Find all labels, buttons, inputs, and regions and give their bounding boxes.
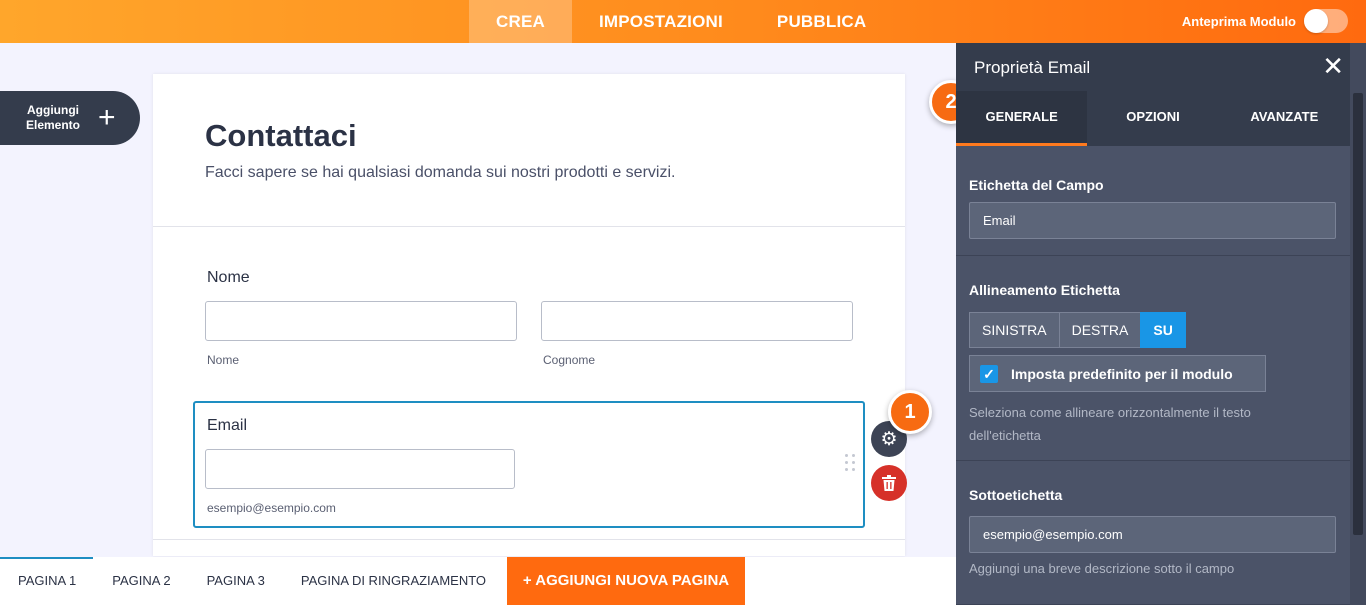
divider — [153, 539, 905, 540]
last-name-sublabel: Cognome — [543, 353, 596, 367]
scrollbar-thumb[interactable] — [1353, 93, 1363, 535]
panel-title: Proprietà Email — [974, 58, 1091, 77]
tab-opzioni[interactable]: OPZIONI — [1087, 91, 1218, 146]
checkbox-checked-icon[interactable]: ✓ — [980, 364, 998, 383]
last-name-input[interactable] — [541, 301, 853, 341]
gear-icon: ⚙ — [880, 428, 898, 450]
close-icon[interactable]: ✕ — [1322, 53, 1344, 79]
add-element-button[interactable]: Aggiungi Elemento + — [0, 91, 140, 145]
page-tab-2[interactable]: PAGINA 2 — [94, 557, 188, 605]
preview-toggle[interactable] — [1304, 9, 1348, 33]
label-alignment-section: Allineamento Etichetta SINISTRA DESTRA S… — [956, 256, 1350, 461]
sublabel-title: Sottoetichetta — [969, 487, 1063, 503]
toggle-knob — [1304, 9, 1328, 33]
sublabel-input[interactable]: esempio@esempio.com — [969, 516, 1336, 553]
page-tab-3[interactable]: PAGINA 3 — [189, 557, 283, 605]
tab-avanzate[interactable]: AVANZATE — [1219, 91, 1350, 146]
tab-crea[interactable]: CREA — [469, 0, 572, 43]
top-nav: CREA IMPOSTAZIONI PUBBLICA — [469, 0, 893, 43]
first-name-input[interactable] — [205, 301, 517, 341]
sublabel-section: Sottoetichetta esempio@esempio.com Aggiu… — [956, 461, 1350, 605]
panel-header: Proprietà Email ✕ — [956, 43, 1366, 91]
first-name-sublabel: Nome — [207, 353, 240, 367]
tab-impostazioni[interactable]: IMPOSTAZIONI — [572, 0, 750, 43]
top-bar: CREA IMPOSTAZIONI PUBBLICA Anteprima Mod… — [0, 0, 1366, 43]
divider — [153, 226, 905, 227]
field-label-input[interactable]: Email — [969, 202, 1336, 239]
field-label-section: Etichetta del Campo Email — [956, 146, 1350, 256]
label-alignment-title: Allineamento Etichetta — [969, 282, 1120, 298]
sublabel-helper-text: Aggiungi una breve descrizione sotto il … — [969, 561, 1235, 576]
alignment-buttons: SINISTRA DESTRA SU — [969, 312, 1186, 348]
set-default-label: Imposta predefinito per il modulo — [1011, 365, 1233, 382]
panel-tabs: GENERALE OPZIONI AVANZATE — [956, 91, 1350, 146]
drag-handle-icon[interactable] — [845, 454, 857, 476]
properties-panel: Proprietà Email ✕ GENERALE OPZIONI AVANZ… — [956, 43, 1366, 605]
form-title[interactable]: Contattaci — [205, 118, 357, 154]
field-label-title: Etichetta del Campo — [969, 177, 1104, 193]
page-tabs-bar: PAGINA 1 PAGINA 2 PAGINA 3 PAGINA DI RIN… — [0, 557, 956, 605]
plus-icon: + — [98, 101, 116, 134]
form-subtitle[interactable]: Facci sapere se hai qualsiasi domanda su… — [205, 164, 675, 182]
trash-icon — [882, 475, 896, 491]
align-left-button[interactable]: SINISTRA — [969, 312, 1060, 348]
tab-generale[interactable]: GENERALE — [956, 91, 1088, 146]
add-element-label: Aggiungi Elemento — [25, 103, 80, 132]
add-page-button[interactable]: + AGGIUNGI NUOVA PAGINA — [507, 557, 745, 605]
email-sublabel: esempio@esempio.com — [207, 501, 336, 515]
set-default-checkbox-row[interactable]: ✓ Imposta predefinito per il modulo — [969, 355, 1266, 392]
preview-label: Anteprima Modulo — [1181, 13, 1296, 29]
step-badge-1: 1 — [888, 390, 932, 434]
align-right-button[interactable]: DESTRA — [1058, 312, 1142, 348]
alignment-helper-text: Seleziona come allineare orizzontalmente… — [969, 405, 1251, 443]
email-input[interactable] — [205, 449, 515, 489]
page-tab-1[interactable]: PAGINA 1 — [0, 557, 94, 605]
align-top-button[interactable]: SU — [1140, 312, 1186, 348]
form-card: Contattaci Facci sapere se hai qualsiasi… — [153, 74, 905, 556]
panel-scrollbar[interactable] — [1350, 43, 1366, 605]
email-field-label[interactable]: Email — [207, 417, 247, 435]
tab-pubblica[interactable]: PUBBLICA — [750, 0, 893, 43]
field-delete-button[interactable] — [871, 465, 907, 501]
page-tab-thankyou[interactable]: PAGINA DI RINGRAZIAMENTO — [283, 557, 504, 605]
preview-toggle-group: Anteprima Modulo — [1182, 9, 1348, 33]
name-field-label[interactable]: Nome — [207, 269, 250, 287]
